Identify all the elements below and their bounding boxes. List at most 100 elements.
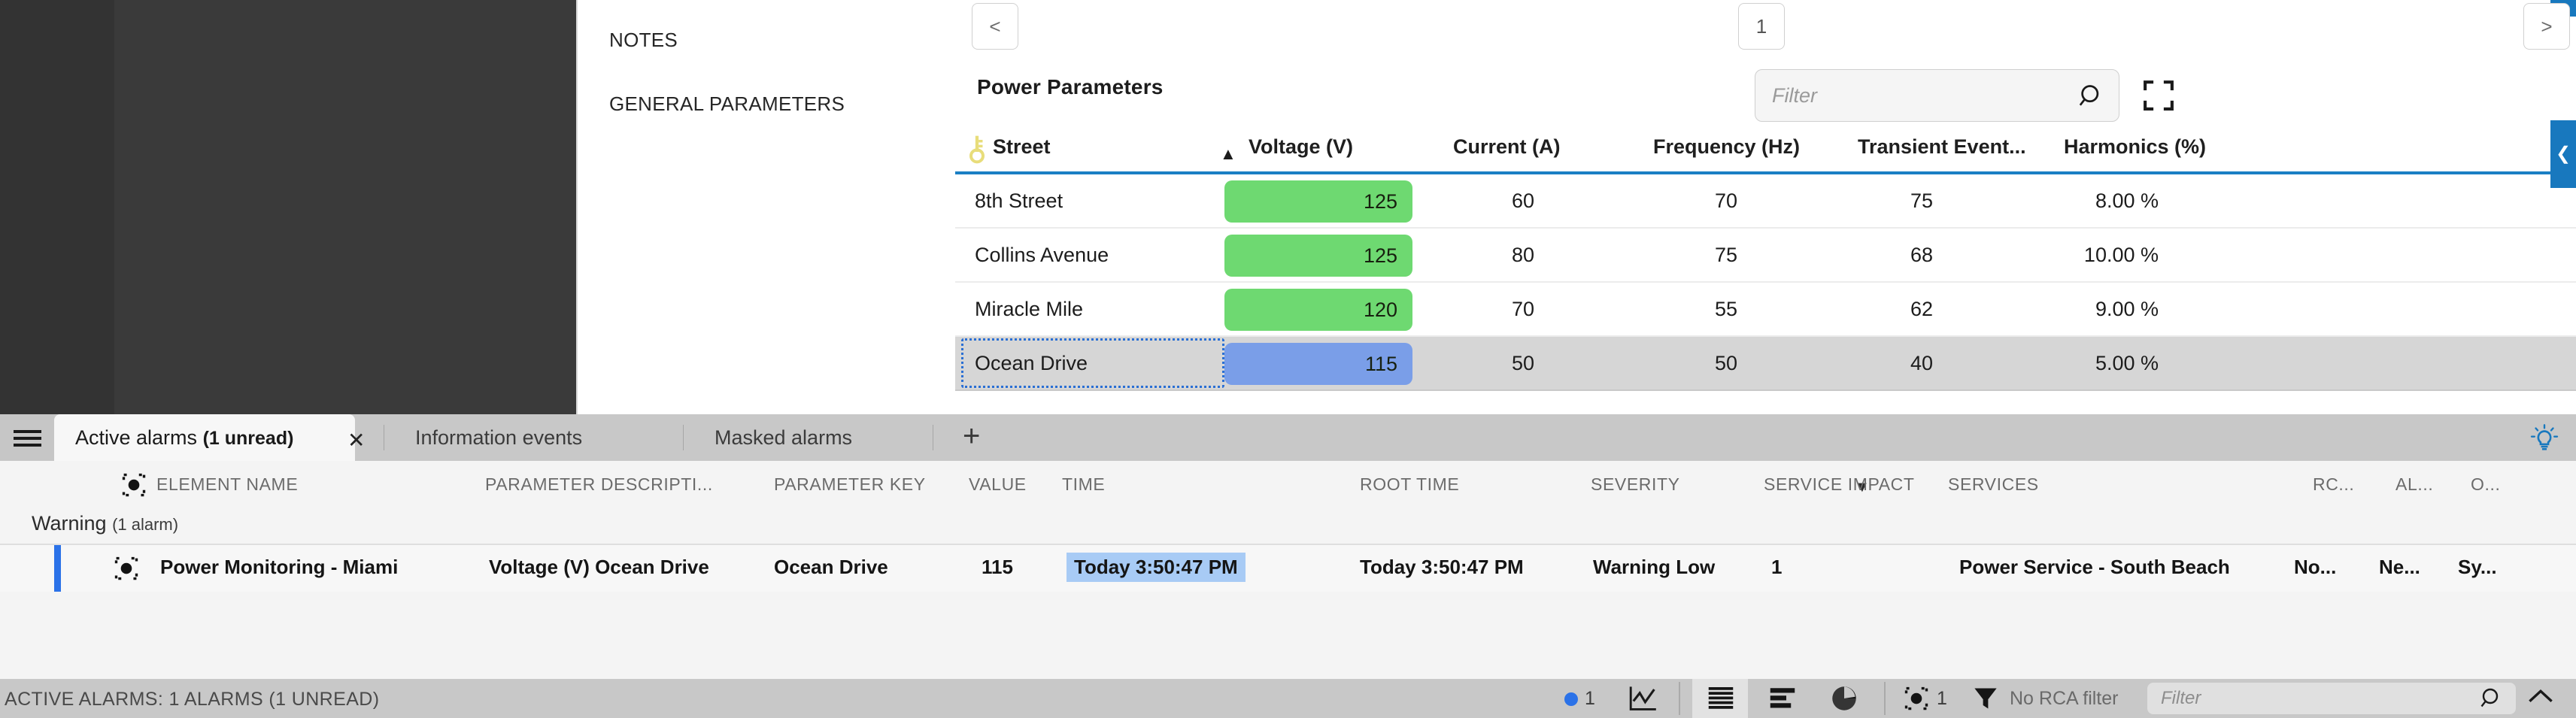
alarm-table-header: ELEMENT NAME PARAMETER DESCRIPTI... PARA… [0,461,2576,507]
search-icon[interactable] [2480,686,2504,714]
status-filter-input[interactable] [2161,683,2462,714]
nav-item-general-parameters[interactable]: GENERAL PARAMETERS [608,79,909,129]
table-row[interactable]: 8th Street 125 60 70 75 8.00 % [955,174,2576,229]
column-header-voltage[interactable]: Voltage (V) [1249,135,1353,159]
alarm-column-parameter-description[interactable]: PARAMETER DESCRIPTI... [485,474,713,495]
alarm-cell-value: 115 [982,556,1013,578]
cell-current: 50 [1511,352,1534,374]
section-nav-list: NOTES GENERAL PARAMETERS [608,15,909,129]
alarm-group-count: (1 alarm) [112,515,179,534]
tab-masked-alarms[interactable]: Masked alarms [693,414,873,461]
pagination-bar: < 1 > [955,0,2576,54]
cell-voltage-pill: 120 [1224,289,1412,331]
alarm-cell-time: Today 3:50:47 PM [1067,553,1246,582]
cell-voltage-pill: 125 [1224,180,1412,223]
cell-transient-events: 75 [1910,189,1933,212]
funnel-icon[interactable] [1971,685,2001,712]
lightbulb-icon[interactable] [2529,423,2559,453]
alarm-column-time[interactable]: TIME [1062,474,1105,495]
status-filter-box[interactable] [2147,683,2516,714]
column-header-frequency[interactable]: Frequency (Hz) [1653,135,1800,159]
alarm-column-alarm[interactable]: AL... [2395,474,2433,495]
column-header-street[interactable]: Street [993,135,1051,159]
add-tab-button[interactable]: + [963,414,980,461]
cell-transient-events: 68 [1910,244,1933,266]
nav-item-notes[interactable]: NOTES [608,15,909,65]
fullscreen-icon[interactable] [2142,79,2175,112]
cell-frequency: 70 [1714,189,1737,212]
chevron-up-icon[interactable] [2527,686,2554,709]
rca-filter-label[interactable]: No RCA filter [2010,688,2118,710]
alarm-console-panel: Active alarms (1 unread) ✕ Information e… [0,414,2576,679]
column-header-current[interactable]: Current (A) [1453,135,1561,159]
pagination-next-button[interactable]: > [2523,3,2570,50]
table-view-icon[interactable] [1706,685,1736,712]
alarm-column-services[interactable]: SERVICES [1948,474,2039,495]
column-header-harmonics[interactable]: Harmonics (%) [2064,135,2206,159]
alarm-column-root-time[interactable]: ROOT TIME [1360,474,1459,495]
power-parameters-table: Street ▲ Voltage (V) Current (A) Frequen… [955,128,2576,391]
nav-divider [576,0,578,414]
tab-information-events[interactable]: Information events [394,414,603,461]
close-icon[interactable]: ✕ [347,428,365,453]
pie-chart-icon[interactable] [1829,685,1859,712]
severity-indicator-bar [54,545,61,592]
table-filter-wrap [1755,69,2119,122]
alarm-cell-service-impact: 1 [1771,556,1783,578]
table-row[interactable]: Collins Avenue 125 80 75 68 10.00 % [955,229,2576,283]
tab-active-alarms-label: Active alarms [75,426,198,449]
alarm-cell-parameter-description: Voltage (V) Ocean Drive [489,556,709,578]
cell-current: 80 [1511,244,1534,266]
cell-voltage-pill: 125 [1224,235,1412,277]
table-row-selected[interactable]: Ocean Drive 115 50 50 40 5.00 % [955,337,2576,391]
alarm-column-service-impact[interactable]: SERVICE IMPACT [1764,474,1915,495]
pagination-prev-button[interactable]: < [972,3,1018,50]
alarm-cell-element-name: Power Monitoring - Miami [160,556,399,578]
alarm-column-parameter-key[interactable]: PARAMETER KEY [774,474,926,495]
alarm-column-other[interactable]: O... [2471,474,2500,495]
alarm-cell-root-time: Today 3:50:47 PM [1360,556,1524,578]
element-icon [113,555,140,582]
alarm-column-severity[interactable]: SEVERITY [1591,474,1680,495]
table-filter-input[interactable] [1772,70,2065,121]
hamburger-icon[interactable] [0,414,54,461]
dark-side-panel [114,0,576,414]
alarm-count-label: 1 [1585,688,1595,709]
line-chart-icon[interactable] [1628,685,1658,712]
alarm-group-label: Warning (1 alarm) [32,512,178,535]
cell-street: Collins Avenue [975,244,1109,266]
alarm-row[interactable]: Power Monitoring - Miami Voltage (V) Oce… [0,545,2576,592]
alarm-column-rca[interactable]: RC... [2313,474,2354,495]
pagination-page-button[interactable]: 1 [1738,3,1785,50]
parameters-content-panel: < 1 > Power Parameters Filter Street ▲ V… [955,0,2576,414]
dark-left-rail [0,0,114,414]
table-header-row: Street ▲ Voltage (V) Current (A) Frequen… [955,128,2576,174]
alarm-group-severity: Warning [32,512,107,535]
bar-chart-icon[interactable] [1767,685,1798,712]
cell-transient-events: 62 [1910,298,1933,320]
element-count-label: 1 [1937,688,1947,709]
cell-harmonics: 8.00 % [2095,189,2159,212]
status-bar: ACTIVE ALARMS: 1 ALARMS (1 UNREAD) 1 1 N… [0,679,2576,718]
tab-active-alarms[interactable]: Active alarms (1 unread) [54,414,355,461]
alarm-cell-rca: No... [2294,556,2337,578]
alarm-dot-icon [1564,692,1578,706]
cell-frequency: 55 [1714,298,1737,320]
alarm-group-row[interactable]: Warning (1 alarm) [0,507,2576,545]
status-separator [1679,682,1680,715]
alarm-column-element-name[interactable]: ELEMENT NAME [156,474,298,495]
cell-street: 8th Street [975,189,1063,212]
alarm-cell-parameter-key: Ocean Drive [774,556,888,578]
alarm-tabstrip: Active alarms (1 unread) ✕ Information e… [0,414,2576,461]
status-separator [1884,682,1886,715]
table-filter-box[interactable] [1755,69,2119,122]
column-header-transient-events[interactable]: Transient Event... [1858,135,2026,159]
alarm-column-value[interactable]: VALUE [969,474,1027,495]
alarm-cell-alarm: Ne... [2379,556,2420,578]
table-row[interactable]: Miracle Mile 120 70 55 62 9.00 % [955,283,2576,337]
search-icon[interactable] [2078,83,2105,110]
top-region: NOTES GENERAL PARAMETERS < 1 > Power Par… [0,0,2576,414]
collapse-panel-button[interactable]: ❮ [2550,120,2576,188]
element-icon[interactable] [1901,685,1931,712]
cell-street: Miracle Mile [975,298,1084,320]
